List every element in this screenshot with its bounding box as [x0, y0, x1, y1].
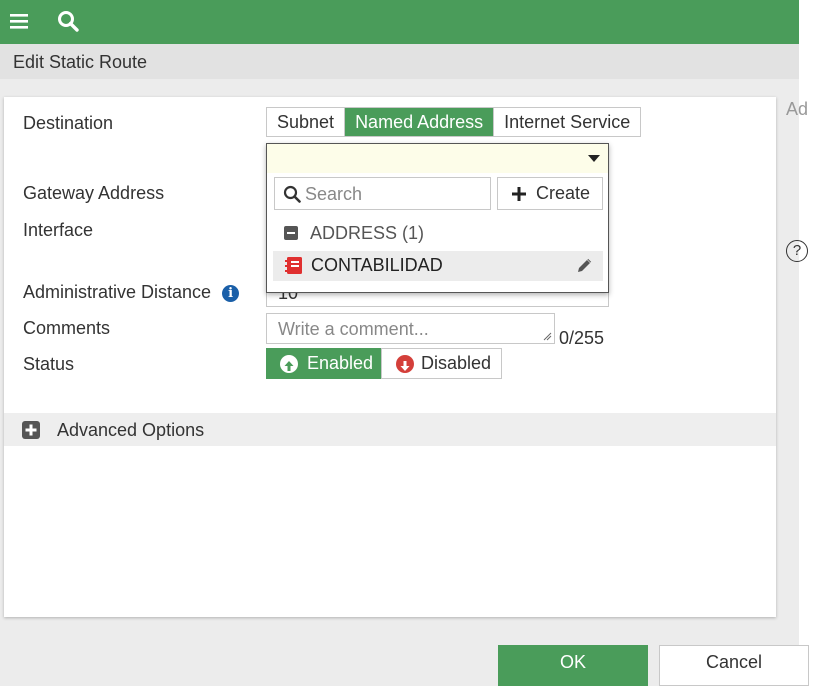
create-address-button[interactable]: Create: [497, 177, 603, 210]
search-icon: [283, 185, 301, 203]
caret-down-icon: [588, 155, 600, 162]
destination-label: Destination: [23, 113, 114, 133]
side-cut-text: Ad: [786, 99, 809, 119]
comments-label: Comments: [23, 318, 111, 338]
status-enabled-button[interactable]: Enabled: [266, 348, 382, 379]
pencil-icon[interactable]: [575, 257, 593, 275]
destination-type-internet-service[interactable]: Internet Service: [493, 108, 641, 136]
comments-textarea[interactable]: Write a comment...: [266, 313, 555, 344]
page-title: Edit Static Route: [13, 52, 148, 72]
info-icon[interactable]: i: [222, 285, 240, 302]
plus-icon: [512, 187, 526, 201]
hamburger-menu-icon[interactable]: [6, 8, 32, 34]
status-disabled-button[interactable]: Disabled: [381, 348, 502, 379]
resize-handle-icon[interactable]: [542, 331, 552, 341]
named-address-select[interactable]: [267, 144, 608, 173]
administrative-distance-text: Administrative Distance: [23, 282, 212, 302]
gateway-address-label: Gateway Address: [23, 183, 165, 203]
status-label: Status: [23, 354, 75, 374]
dialog-title-bar: Edit Static Route: [0, 44, 799, 79]
named-address-dropdown: Create ADDRESS (1) CONTABILIDAD: [266, 143, 609, 293]
status-disabled-label: Disabled: [421, 353, 492, 373]
address-group-header[interactable]: ADDRESS (1): [284, 223, 424, 244]
list-item-label: CONTABILIDAD: [311, 255, 443, 275]
list-item[interactable]: CONTABILIDAD: [273, 251, 603, 281]
top-header-bar: [0, 0, 799, 44]
plus-square-icon: [22, 421, 40, 439]
destination-type-subnet[interactable]: Subnet: [267, 108, 345, 136]
destination-type-selector: Subnet Named Address Internet Service: [266, 107, 642, 137]
comments-placeholder: Write a comment...: [278, 319, 429, 339]
comments-counter: 0/255: [559, 328, 605, 348]
dropdown-search-input[interactable]: [303, 182, 483, 206]
help-icon[interactable]: ?: [786, 240, 808, 262]
advanced-options-toggle[interactable]: Advanced Options: [4, 413, 776, 446]
interface-label: Interface: [23, 220, 94, 240]
administrative-distance-label: Administrative Distance i: [23, 282, 240, 303]
right-side-area: Ad ?: [786, 0, 832, 686]
cancel-button[interactable]: Cancel: [659, 645, 809, 686]
status-enabled-label: Enabled: [307, 353, 374, 373]
ok-button[interactable]: OK: [498, 645, 648, 686]
advanced-options-label: Advanced Options: [57, 420, 205, 440]
address-book-icon: [285, 257, 302, 274]
collapse-icon: [284, 226, 298, 240]
arrow-down-circle-icon: [396, 355, 414, 373]
destination-type-named-address[interactable]: Named Address: [344, 108, 494, 136]
dropdown-search-box: [274, 177, 491, 210]
arrow-up-circle-icon: [280, 355, 298, 373]
create-label: Create: [536, 183, 591, 203]
search-icon[interactable]: [55, 8, 81, 34]
address-group-label: ADDRESS (1): [310, 223, 425, 243]
